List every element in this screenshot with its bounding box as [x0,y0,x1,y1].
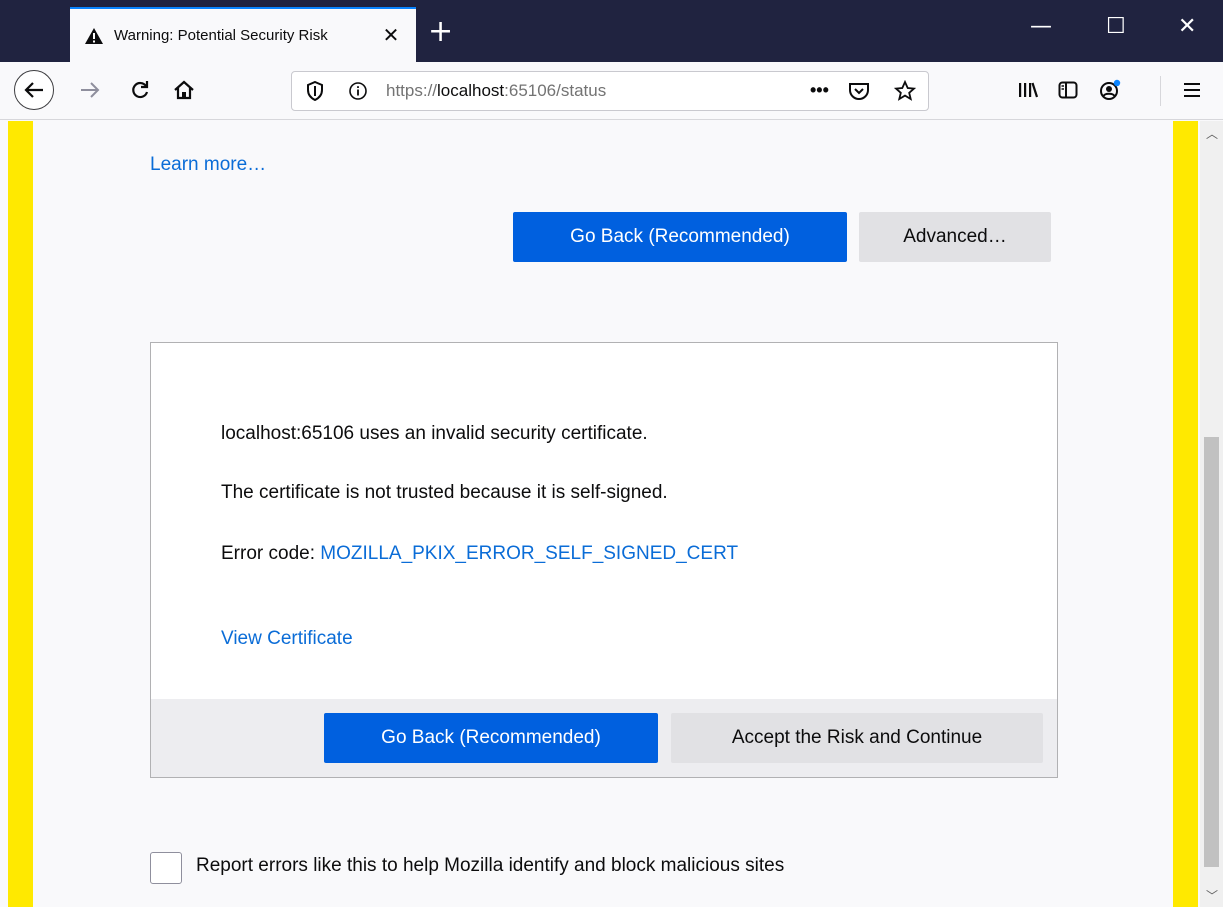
bookmark-star-icon[interactable] [894,80,916,102]
account-button[interactable] [1090,70,1130,110]
back-button[interactable] [14,70,54,110]
view-certificate-link[interactable]: View Certificate [221,628,353,650]
back-icon [24,82,43,98]
scroll-down-icon[interactable]: ﹀ [1206,887,1218,904]
tab-title: Warning: Potential Security Risk [114,27,328,44]
library-icon [1019,82,1039,98]
navigation-toolbar: https://localhost:65106/status ••• [0,62,1223,120]
error-code-prefix: Error code: [221,543,321,564]
report-errors-checkbox[interactable] [150,852,182,884]
advanced-panel: localhost:65106 uses an invalid security… [150,342,1058,778]
title-bar: Warning: Potential Security Risk ✕ + — ☐… [0,0,1223,62]
warning-icon [85,27,103,44]
menu-button[interactable] [1172,70,1212,110]
info-icon[interactable] [348,81,368,101]
self-signed-text: The certificate is not trusted because i… [221,482,668,503]
home-icon [174,80,194,100]
vertical-scrollbar[interactable]: ︿ ﹀ [1200,121,1223,907]
sidebar-icon [1058,81,1078,99]
error-code-line: Error code: MOZILLA_PKIX_ERROR_SELF_SIGN… [221,543,738,565]
panel-go-back-button[interactable]: Go Back (Recommended) [324,713,658,763]
home-button[interactable] [164,70,204,110]
sidebar-button[interactable] [1048,70,1088,110]
shield-icon[interactable] [306,81,324,101]
url-path: :65106/status [504,81,607,100]
scrollbar-thumb[interactable] [1204,437,1219,867]
go-back-button[interactable]: Go Back (Recommended) [513,212,847,262]
warning-stripe-left [8,121,33,907]
reload-icon [132,81,149,99]
tab-close-icon[interactable]: ✕ [380,23,402,48]
warning-stripe-right [1173,121,1198,907]
scroll-up-icon[interactable]: ︿ [1206,125,1218,142]
accept-risk-button[interactable]: Accept the Risk and Continue [671,713,1043,763]
reload-button[interactable] [120,70,160,110]
minimize-button[interactable]: — [1030,14,1052,39]
library-button[interactable] [1008,70,1048,110]
report-errors-label: Report errors like this to help Mozilla … [196,855,785,876]
url-bar[interactable]: https://localhost:65106/status ••• [291,71,929,111]
toolbar-divider [1160,76,1161,106]
learn-more-link[interactable]: Learn more… [150,154,266,176]
panel-button-container: Go Back (Recommended) Accept the Risk an… [151,699,1057,777]
url-scheme: https:// [386,81,438,100]
pocket-icon[interactable] [848,81,870,101]
url-text[interactable]: https://localhost:65106/status [386,81,606,101]
url-host: localhost [437,81,505,100]
more-actions-icon[interactable]: ••• [810,80,829,101]
forward-icon [81,82,100,98]
page-content: ︿ ﹀ Learn more… Go Back (Recommended) Ad… [0,121,1223,907]
account-icon [1100,79,1121,100]
close-window-button[interactable]: ✕ [1178,14,1196,39]
advanced-button[interactable]: Advanced… [859,212,1051,262]
new-tab-button[interactable]: + [428,14,453,50]
maximize-button[interactable]: ☐ [1106,14,1126,39]
forward-button[interactable] [70,70,110,110]
error-code-link[interactable]: MOZILLA_PKIX_ERROR_SELF_SIGNED_CERT [320,543,738,564]
menu-icon [1184,83,1200,97]
tab-active[interactable]: Warning: Potential Security Risk ✕ [70,7,416,62]
invalid-cert-text: localhost:65106 uses an invalid security… [221,423,648,444]
